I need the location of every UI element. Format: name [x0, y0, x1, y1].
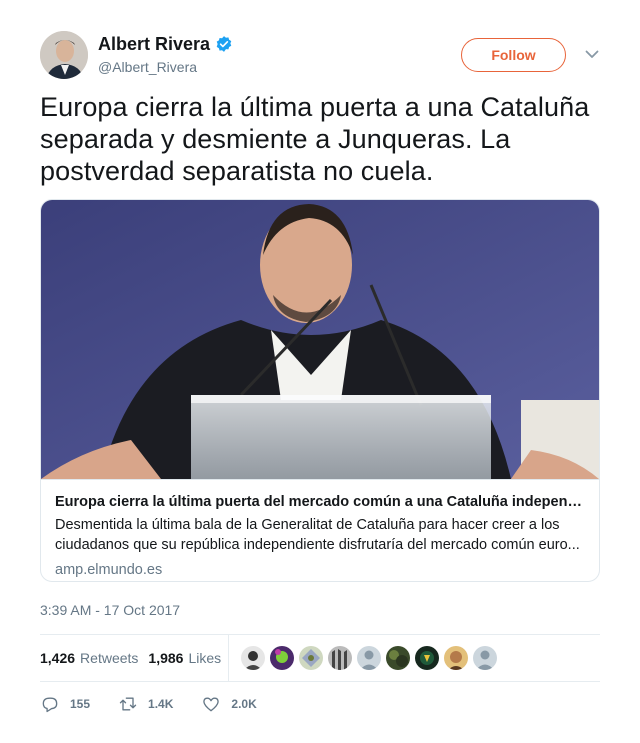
retweet-button[interactable]: 1.4K — [118, 694, 173, 714]
likes-stat[interactable]: 1,986 Likes — [148, 650, 221, 666]
liker-avatar[interactable] — [444, 646, 468, 670]
retweet-icon — [119, 697, 137, 711]
verified-badge-icon — [215, 35, 233, 53]
author-display-name[interactable]: Albert Rivera — [98, 34, 210, 55]
stats-divider — [228, 635, 229, 681]
retweets-count: 1,426 — [40, 650, 76, 666]
retweet-count: 1.4K — [148, 697, 174, 711]
card-description: Desmentida la última bala de la Generali… — [55, 517, 580, 553]
reply-icon — [42, 697, 58, 713]
tweet-actions: 155 1.4K 2.0K — [40, 693, 440, 715]
tweet-timestamp[interactable]: 3:39 AM - 17 Oct 2017 — [40, 602, 180, 618]
liker-avatar[interactable] — [386, 646, 410, 670]
liker-avatars — [241, 646, 497, 670]
liker-avatar[interactable] — [299, 646, 323, 670]
liker-avatar[interactable] — [241, 646, 265, 670]
likes-label: Likes — [188, 650, 222, 666]
liker-avatar[interactable] — [270, 646, 294, 670]
tweet-text: Europa cierra la última puerta a una Cat… — [40, 92, 590, 186]
retweets-stat[interactable]: 1,426 Retweets — [40, 650, 138, 666]
follow-button[interactable]: Follow — [461, 38, 566, 72]
liker-avatar[interactable] — [357, 646, 381, 670]
tweet-header: Albert Rivera @Albert_Rivera Follow — [40, 31, 600, 81]
avatar[interactable] — [40, 31, 88, 79]
tweet-stats: 1,426 Retweets 1,986 Likes — [40, 634, 600, 682]
link-card[interactable]: Europa cierra la última puerta del merca… — [40, 199, 600, 582]
chevron-down-icon[interactable] — [583, 45, 601, 63]
reply-count: 155 — [70, 697, 91, 711]
card-image — [41, 200, 599, 479]
like-count: 2.0K — [231, 697, 257, 711]
liker-avatar[interactable] — [328, 646, 352, 670]
author-handle[interactable]: @Albert_Rivera — [98, 59, 233, 75]
author-names: Albert Rivera @Albert_Rivera — [98, 33, 233, 75]
card-body: Europa cierra la última puerta del merca… — [41, 479, 599, 581]
liker-avatar[interactable] — [415, 646, 439, 670]
retweets-label: Retweets — [80, 650, 139, 666]
reply-button[interactable]: 155 — [40, 694, 90, 714]
likes-count: 1,986 — [148, 650, 184, 666]
like-button[interactable]: 2.0K — [201, 694, 257, 714]
heart-icon — [203, 697, 220, 712]
card-domain: amp.elmundo.es — [55, 562, 163, 578]
card-title: Europa cierra la última puerta del merca… — [55, 494, 585, 510]
liker-avatar[interactable] — [473, 646, 497, 670]
